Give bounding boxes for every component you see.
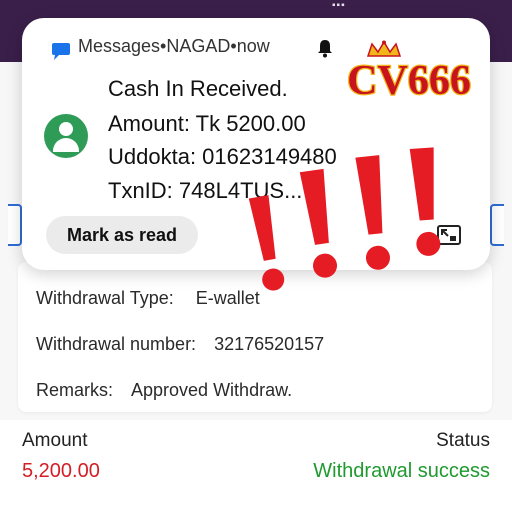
withdrawal-type-label: Withdrawal Type: — [36, 288, 174, 308]
remarks-row: Remarks: Approved Withdraw. — [36, 380, 292, 401]
sender-name: NAGAD — [166, 36, 231, 56]
withdrawal-number-label: Withdrawal number: — [36, 334, 197, 354]
crown-icon — [366, 40, 402, 57]
left-card-edge — [8, 204, 22, 246]
exclamation-marks — [240, 140, 450, 305]
messages-app-icon — [50, 42, 72, 67]
status-value: Withdrawal success — [313, 460, 490, 482]
status-bar-indicators: ▪▪▪ — [332, 0, 346, 11]
withdrawal-number-value: 32176520157 — [214, 334, 325, 354]
message-line-1: Cash In Received. — [108, 76, 288, 101]
withdrawal-type-row: Withdrawal Type: E-wallet — [36, 288, 260, 309]
avatar-icon — [44, 114, 88, 158]
right-card-edge — [490, 204, 504, 246]
notification-header: Messages•NAGAD•now — [78, 36, 270, 57]
withdrawal-summary: Amount 5,200.00 Status Withdrawal succes… — [0, 420, 512, 512]
status-label: Status — [436, 430, 490, 451]
message-line-2: Amount: Tk 5200.00 — [108, 111, 306, 136]
remarks-label: Remarks: — [36, 380, 114, 400]
exclamation-icon — [299, 168, 338, 278]
notification-time: now — [236, 36, 270, 56]
app-name: Messages — [78, 36, 161, 56]
amount-value: 5,200.00 — [22, 460, 100, 482]
cv666-logo: CV666 — [336, 40, 482, 109]
exclamation-icon — [409, 147, 441, 256]
logo-text: CV666 — [347, 58, 471, 104]
remarks-value: Approved Withdraw. — [131, 380, 293, 400]
bell-icon — [316, 38, 334, 63]
amount-label: Amount — [22, 430, 88, 451]
mark-as-read-button[interactable]: Mark as read — [46, 216, 198, 254]
exclamation-icon — [355, 155, 390, 270]
withdrawal-number-row: Withdrawal number: 32176520157 — [36, 334, 324, 355]
exclamation-icon — [248, 195, 285, 291]
